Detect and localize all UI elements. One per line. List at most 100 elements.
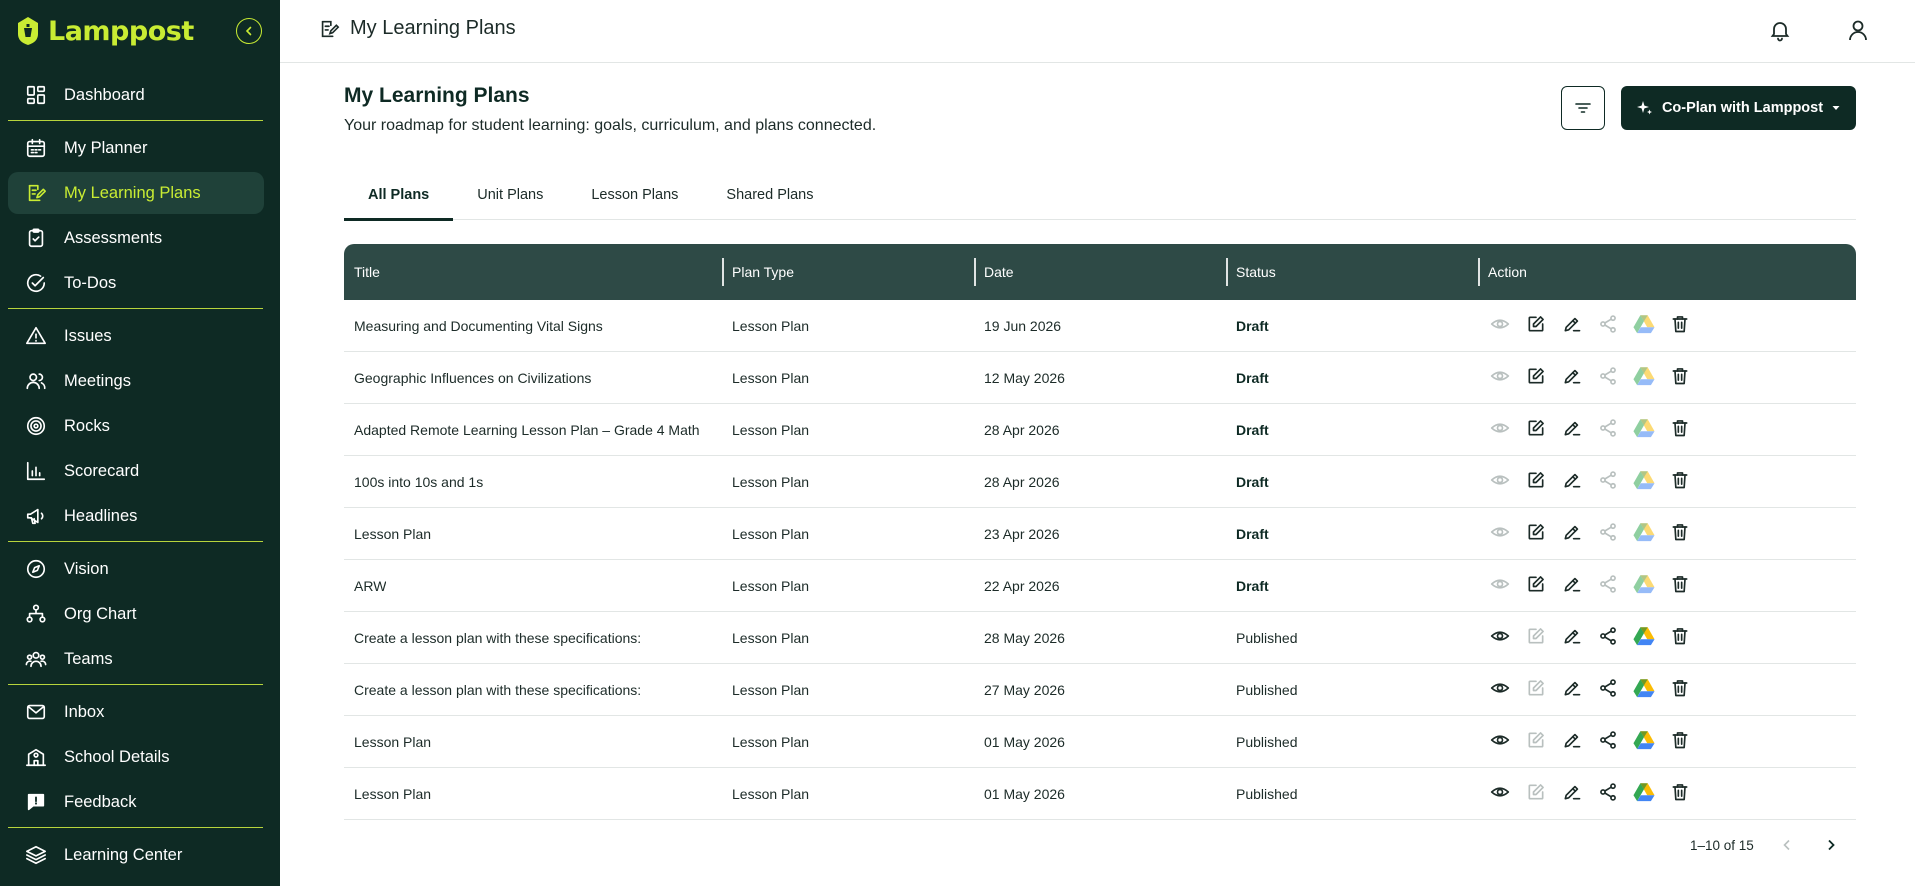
sidebar-item-to-dos[interactable]: To-Dos [8, 262, 264, 304]
view-button[interactable] [1488, 574, 1512, 598]
delete-button[interactable] [1668, 626, 1692, 650]
plan-title-cell[interactable]: Adapted Remote Learning Lesson Plan – Gr… [344, 404, 722, 456]
annotate-button[interactable] [1560, 678, 1584, 702]
google-drive-button[interactable] [1632, 418, 1656, 442]
plan-title-cell[interactable]: Geographic Influences on Civilizations [344, 352, 722, 404]
share-button[interactable] [1596, 366, 1620, 390]
view-button[interactable] [1488, 522, 1512, 546]
edit-button[interactable] [1524, 678, 1548, 702]
profile-button[interactable] [1843, 15, 1873, 45]
plan-title-cell[interactable]: 100s into 10s and 1s [344, 456, 722, 508]
view-button[interactable] [1488, 730, 1512, 754]
table-row[interactable]: Lesson Plan Lesson Plan 23 Apr 2026 Draf… [344, 508, 1856, 560]
edit-button[interactable] [1524, 314, 1548, 338]
google-drive-button[interactable] [1632, 574, 1656, 598]
column-header-plan-type[interactable]: Plan Type [722, 244, 974, 300]
sidebar-item-school-details[interactable]: School Details [8, 736, 264, 778]
plan-title-cell[interactable]: Lesson Plan [344, 508, 722, 560]
table-row[interactable]: Create a lesson plan with these specific… [344, 664, 1856, 716]
tab-all-plans[interactable]: All Plans [344, 170, 454, 221]
column-header-status[interactable]: Status [1226, 244, 1478, 300]
delete-button[interactable] [1668, 366, 1692, 390]
co-plan-button[interactable]: Co-Plan with Lamppost [1621, 86, 1856, 130]
google-drive-button[interactable] [1632, 626, 1656, 650]
tab-shared-plans[interactable]: Shared Plans [702, 170, 837, 220]
sidebar-item-vision[interactable]: Vision [8, 548, 264, 590]
sidebar-item-my-planner[interactable]: My Planner [8, 127, 264, 169]
view-button[interactable] [1488, 782, 1512, 806]
annotate-button[interactable] [1560, 730, 1584, 754]
annotate-button[interactable] [1560, 418, 1584, 442]
delete-button[interactable] [1668, 782, 1692, 806]
google-drive-button[interactable] [1632, 366, 1656, 390]
delete-button[interactable] [1668, 678, 1692, 702]
table-row[interactable]: Measuring and Documenting Vital Signs Le… [344, 300, 1856, 352]
delete-button[interactable] [1668, 730, 1692, 754]
view-button[interactable] [1488, 678, 1512, 702]
tab-lesson-plans[interactable]: Lesson Plans [567, 170, 702, 220]
view-button[interactable] [1488, 470, 1512, 494]
sidebar-item-meetings[interactable]: Meetings [8, 360, 264, 402]
table-row[interactable]: ARW Lesson Plan 22 Apr 2026 Draft [344, 560, 1856, 612]
delete-button[interactable] [1668, 314, 1692, 338]
edit-button[interactable] [1524, 782, 1548, 806]
annotate-button[interactable] [1560, 782, 1584, 806]
filter-button[interactable] [1561, 86, 1605, 130]
sidebar-item-my-learning-plans[interactable]: My Learning Plans [8, 172, 264, 214]
delete-button[interactable] [1668, 522, 1692, 546]
sidebar-item-assessments[interactable]: Assessments [8, 217, 264, 259]
plan-title-cell[interactable]: Lesson Plan [344, 716, 722, 768]
prev-page-button[interactable] [1776, 834, 1798, 856]
sidebar-item-feedback[interactable]: Feedback [8, 781, 264, 823]
table-row[interactable]: Adapted Remote Learning Lesson Plan – Gr… [344, 404, 1856, 456]
plan-title-cell[interactable]: ARW [344, 560, 722, 612]
edit-button[interactable] [1524, 730, 1548, 754]
sidebar-item-learning-center[interactable]: Learning Center [8, 834, 264, 876]
google-drive-button[interactable] [1632, 782, 1656, 806]
plan-title-cell[interactable]: Create a lesson plan with these specific… [344, 664, 722, 716]
next-page-button[interactable] [1820, 834, 1842, 856]
share-button[interactable] [1596, 522, 1620, 546]
table-row[interactable]: 100s into 10s and 1s Lesson Plan 28 Apr … [344, 456, 1856, 508]
sidebar-item-issues[interactable]: Issues [8, 315, 264, 357]
share-button[interactable] [1596, 730, 1620, 754]
view-button[interactable] [1488, 418, 1512, 442]
annotate-button[interactable] [1560, 470, 1584, 494]
annotate-button[interactable] [1560, 366, 1584, 390]
sidebar-item-teams[interactable]: Teams [8, 638, 264, 680]
sidebar-item-scorecard[interactable]: Scorecard [8, 450, 264, 492]
google-drive-button[interactable] [1632, 730, 1656, 754]
share-button[interactable] [1596, 626, 1620, 650]
annotate-button[interactable] [1560, 314, 1584, 338]
google-drive-button[interactable] [1632, 314, 1656, 338]
edit-button[interactable] [1524, 418, 1548, 442]
share-button[interactable] [1596, 782, 1620, 806]
share-button[interactable] [1596, 418, 1620, 442]
brand-logo[interactable]: Lamppost [14, 10, 194, 52]
view-button[interactable] [1488, 314, 1512, 338]
tab-unit-plans[interactable]: Unit Plans [453, 170, 567, 220]
notifications-button[interactable] [1765, 15, 1795, 45]
sidebar-item-rocks[interactable]: Rocks [8, 405, 264, 447]
table-row[interactable]: Lesson Plan Lesson Plan 01 May 2026 Publ… [344, 716, 1856, 768]
sidebar-item-org-chart[interactable]: Org Chart [8, 593, 264, 635]
google-drive-button[interactable] [1632, 522, 1656, 546]
sidebar-item-dashboard[interactable]: Dashboard [8, 74, 264, 116]
view-button[interactable] [1488, 366, 1512, 390]
share-button[interactable] [1596, 470, 1620, 494]
table-row[interactable]: Geographic Influences on Civilizations L… [344, 352, 1856, 404]
sidebar-item-inbox[interactable]: Inbox [8, 691, 264, 733]
annotate-button[interactable] [1560, 522, 1584, 546]
plan-title-cell[interactable]: Create a lesson plan with these specific… [344, 612, 722, 664]
table-row[interactable]: Lesson Plan Lesson Plan 01 May 2026 Publ… [344, 768, 1856, 820]
table-row[interactable]: Create a lesson plan with these specific… [344, 612, 1856, 664]
plan-title-cell[interactable]: Measuring and Documenting Vital Signs [344, 300, 722, 352]
share-button[interactable] [1596, 678, 1620, 702]
edit-button[interactable] [1524, 470, 1548, 494]
edit-button[interactable] [1524, 366, 1548, 390]
delete-button[interactable] [1668, 470, 1692, 494]
edit-button[interactable] [1524, 626, 1548, 650]
annotate-button[interactable] [1560, 626, 1584, 650]
annotate-button[interactable] [1560, 574, 1584, 598]
google-drive-button[interactable] [1632, 470, 1656, 494]
